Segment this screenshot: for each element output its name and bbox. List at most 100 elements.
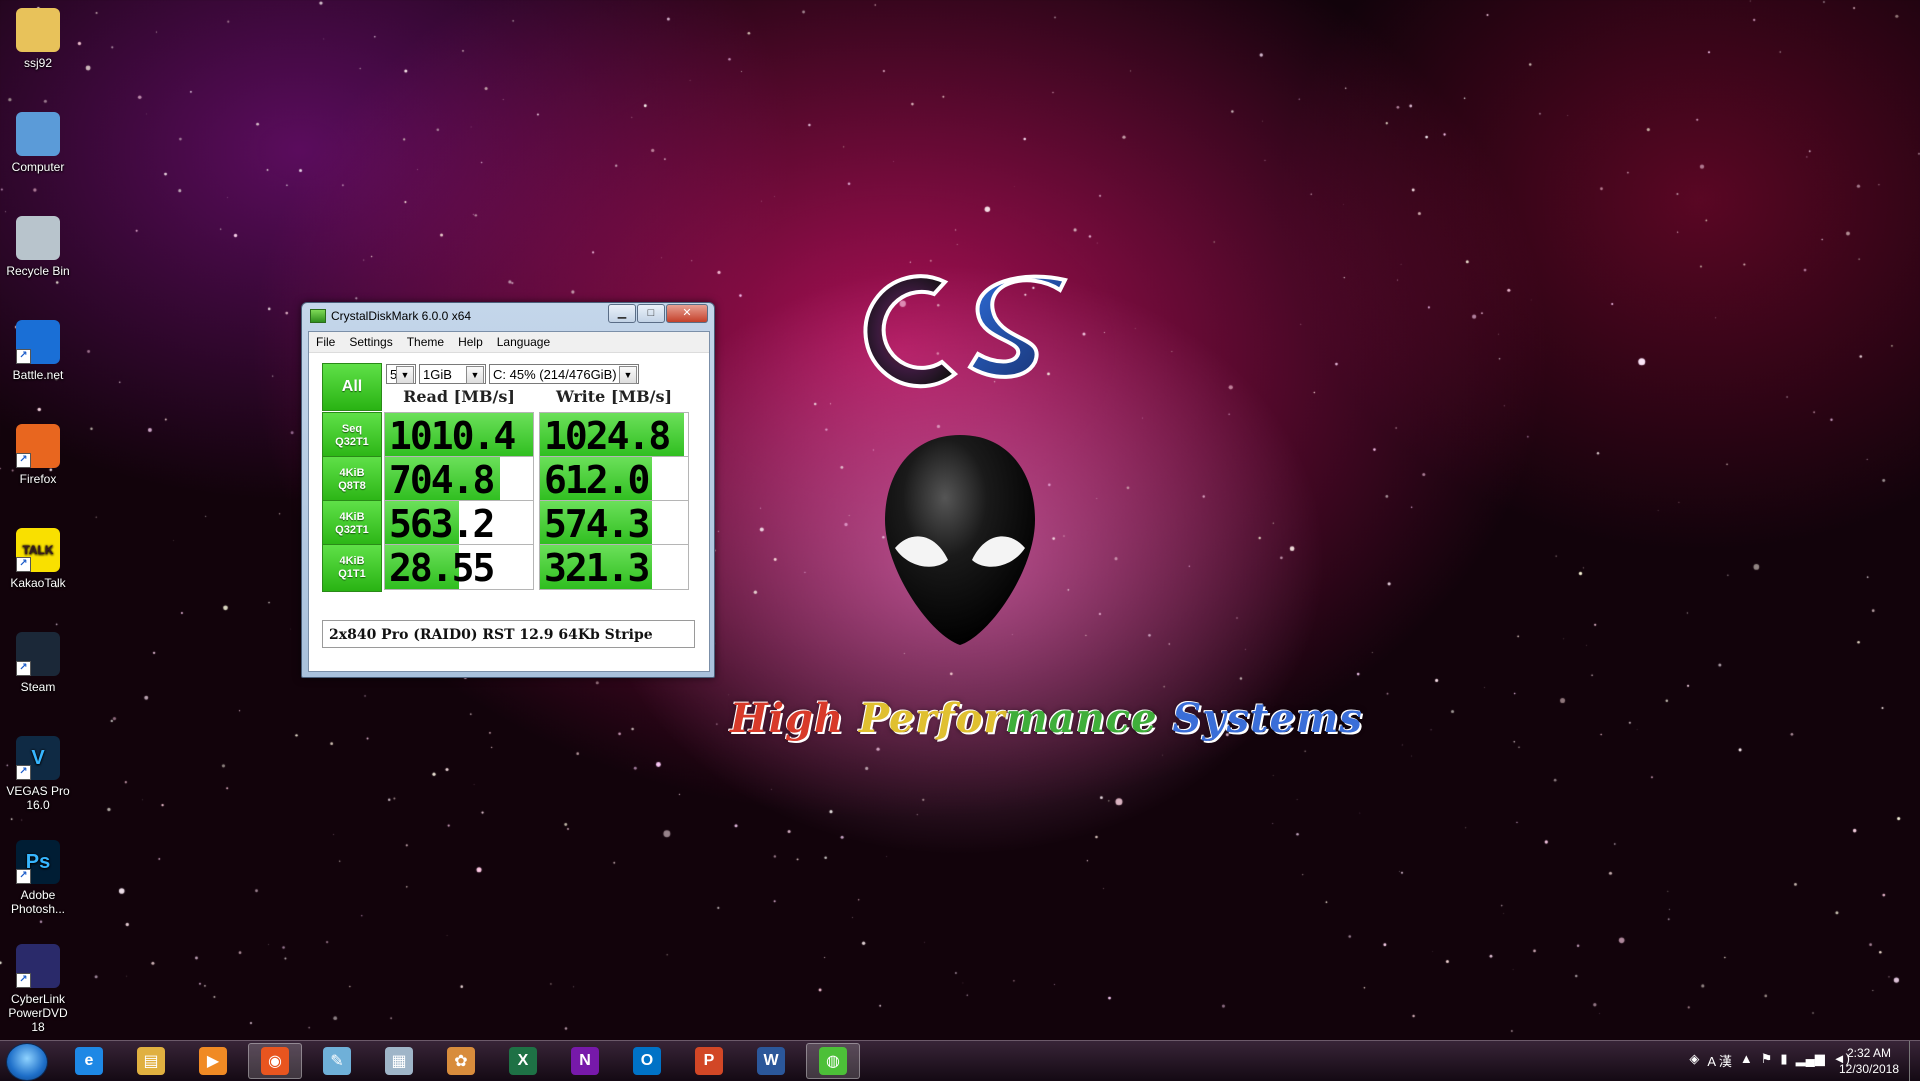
desktop-icon-battlenet[interactable]: ↗ Battle.net xyxy=(0,320,76,382)
test-button-line2: Q8T8 xyxy=(338,480,366,492)
write-result-value: 612.0 xyxy=(544,458,650,502)
test-button-line2: Q1T1 xyxy=(338,568,366,580)
firefox-icon: ↗ xyxy=(16,424,60,468)
kakaotalk-icon: TALK ↗ xyxy=(16,528,60,572)
show-desktop-button[interactable] xyxy=(1909,1041,1920,1081)
read-column-header: Read [MB/s] xyxy=(403,387,515,406)
chevron-down-icon[interactable]: ▼ xyxy=(396,366,414,384)
clock[interactable]: 2:32 AM 12/30/2018 xyxy=(1834,1045,1904,1077)
desktop-icon-powerdvd[interactable]: ↗ CyberLink PowerDVD 18 xyxy=(0,944,76,1034)
shortcut-arrow-icon: ↗ xyxy=(16,349,31,364)
maximize-button[interactable]: □ xyxy=(637,304,665,323)
taskbar-calculator[interactable]: ▦ xyxy=(372,1043,426,1079)
shortcut-arrow-icon: ↗ xyxy=(16,453,31,468)
chevron-down-icon[interactable]: ▼ xyxy=(466,366,484,384)
menu-item-settings[interactable]: Settings xyxy=(342,335,399,349)
read-result-value: 1010.4 xyxy=(389,414,516,458)
test-button-row-1[interactable]: Seq Q32T1 xyxy=(322,412,382,460)
taskbar-ie[interactable]: e xyxy=(62,1043,116,1079)
desktop-icon-photoshop[interactable]: Ps ↗ Adobe Photosh... xyxy=(0,840,76,916)
read-result-value: 704.8 xyxy=(389,458,495,502)
test-button-line1: 4KiB xyxy=(339,467,365,479)
word-icon: W xyxy=(757,1047,785,1075)
test-button-row-2[interactable]: 4KiB Q8T8 xyxy=(322,456,382,504)
minimize-button[interactable]: ▁ xyxy=(608,304,636,323)
taskbar-onenote[interactable]: N xyxy=(558,1043,612,1079)
shortcut-arrow-icon: ↗ xyxy=(16,557,31,572)
signal-icon[interactable]: ▂▄▆ xyxy=(1796,1051,1825,1070)
taskbar-paint[interactable]: ✿ xyxy=(434,1043,488,1079)
write-result-cell: 574.3 xyxy=(539,500,689,546)
taskbar-excel[interactable]: X xyxy=(496,1043,550,1079)
desktop-icon-computer[interactable]: Computer xyxy=(0,112,76,174)
write-result-value: 321.3 xyxy=(544,546,650,590)
flag-icon[interactable]: ⚑ xyxy=(1761,1051,1773,1070)
menu-item-help[interactable]: Help xyxy=(451,335,490,349)
desktop-icon-label: Computer xyxy=(11,160,65,174)
system-tray: ◈ A 漢 ▲ ⚑ ▮ ▂▄▆ ◄) xyxy=(1689,1051,1850,1070)
taskbar-firefox[interactable]: ◉ xyxy=(248,1043,302,1079)
taskbar-crystaldiskmark[interactable]: ◍ xyxy=(806,1043,860,1079)
test-button-row-3[interactable]: 4KiB Q32T1 xyxy=(322,500,382,548)
read-result-cell: 563.2 xyxy=(384,500,534,546)
read-result-cell: 1010.4 xyxy=(384,412,534,458)
taskbar-media-player[interactable]: ▶ xyxy=(186,1043,240,1079)
start-button[interactable] xyxy=(6,1043,48,1081)
photoshop-icon: Ps ↗ xyxy=(16,840,60,884)
desktop-icon-folder[interactable]: ssj92 xyxy=(0,8,76,70)
test-button-line2: Q32T1 xyxy=(335,436,369,448)
test-count-select[interactable]: 5 ▼ xyxy=(386,364,416,384)
comment-input[interactable]: 2x840 Pro (RAID0) RST 12.9 64Kb Stripe xyxy=(322,620,695,648)
desktop-icon-steam[interactable]: ↗ Steam xyxy=(0,632,76,694)
taskbar-powerpoint[interactable]: P xyxy=(682,1043,736,1079)
taskbar-word[interactable]: W xyxy=(744,1043,798,1079)
shortcut-arrow-icon: ↗ xyxy=(16,661,31,676)
desktop-icon-kakaotalk[interactable]: TALK ↗ KakaoTalk xyxy=(0,528,76,590)
test-button-row-4[interactable]: 4KiB Q1T1 xyxy=(322,544,382,592)
steam-icon: ↗ xyxy=(16,632,60,676)
ime-indicator[interactable]: A 漢 xyxy=(1707,1051,1732,1070)
desktop-icon-firefox[interactable]: ↗ Firefox xyxy=(0,424,76,486)
chevron-down-icon[interactable]: ▼ xyxy=(619,366,637,384)
crystaldiskmark-icon: ◍ xyxy=(819,1047,847,1075)
window-title-bar[interactable]: CrystalDiskMark 6.0.0 x64 xyxy=(310,309,471,323)
desktop-icon-label: Steam xyxy=(20,680,56,694)
clock-date: 12/30/2018 xyxy=(1838,1062,1900,1076)
crystaldiskmark-window[interactable]: CrystalDiskMark 6.0.0 x64 ▁ □ ✕ File Sett… xyxy=(301,302,715,678)
firefox-icon: ◉ xyxy=(261,1047,289,1075)
calculator-icon: ▦ xyxy=(385,1047,413,1075)
desktop-icon-label: Recycle Bin xyxy=(6,264,70,278)
desktop-icon-label: VEGAS Pro 16.0 xyxy=(6,784,70,812)
desktop-icon-label: Battle.net xyxy=(12,368,64,382)
window-title: CrystalDiskMark 6.0.0 x64 xyxy=(331,309,472,323)
shortcut-arrow-icon: ↗ xyxy=(16,973,31,988)
powerpoint-icon: P xyxy=(695,1047,723,1075)
write-result-value: 1024.8 xyxy=(544,414,671,458)
drive-select[interactable]: C: 45% (214/476GiB) ▼ xyxy=(489,364,639,384)
close-button[interactable]: ✕ xyxy=(666,304,708,323)
shortcut-arrow-icon: ↗ xyxy=(16,765,31,780)
taskbar-notepad[interactable]: ✎ xyxy=(310,1043,364,1079)
desktop-icon-vegas[interactable]: V ↗ VEGAS Pro 16.0 xyxy=(0,736,76,812)
computer-icon xyxy=(16,112,60,156)
excel-icon: X xyxy=(509,1047,537,1075)
write-result-cell: 612.0 xyxy=(539,456,689,502)
shield-icon[interactable]: ◈ xyxy=(1689,1051,1699,1070)
high-performance-systems-tagline: High Performance Systems xyxy=(730,695,1363,742)
cs-logo-graphic xyxy=(863,274,1068,389)
test-size-value: 1GiB xyxy=(423,367,452,382)
menu-item-language[interactable]: Language xyxy=(490,335,557,349)
desktop-icon-recycle-bin[interactable]: Recycle Bin xyxy=(0,216,76,278)
tray-expand-icon[interactable]: ▲ xyxy=(1740,1051,1753,1070)
desktop-icon-label: Firefox xyxy=(19,472,57,486)
taskbar-outlook[interactable]: O xyxy=(620,1043,674,1079)
test-size-select[interactable]: 1GiB ▼ xyxy=(419,364,486,384)
menu-item-theme[interactable]: Theme xyxy=(400,335,451,349)
taskbar-explorer[interactable]: ▤ xyxy=(124,1043,178,1079)
run-all-button[interactable]: All xyxy=(322,363,382,411)
menu-item-file[interactable]: File xyxy=(309,335,342,349)
notepad-icon: ✎ xyxy=(323,1047,351,1075)
paint-icon: ✿ xyxy=(447,1047,475,1075)
network-icon[interactable]: ▮ xyxy=(1780,1051,1787,1070)
crystaldiskmark-app-icon xyxy=(310,309,326,323)
